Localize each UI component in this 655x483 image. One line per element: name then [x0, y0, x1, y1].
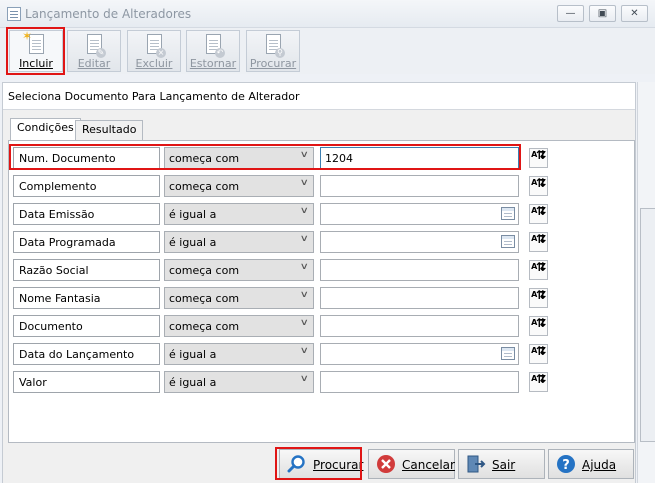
operator-select[interactable]: é igual a ∨: [164, 231, 314, 253]
operator-select[interactable]: começa com ∨: [164, 175, 314, 197]
magnifier-icon: [287, 455, 305, 473]
razao-social-input[interactable]: [320, 259, 519, 281]
condition-label: Complemento: [13, 175, 160, 197]
exit-door-icon: [467, 455, 486, 473]
procurar-toolbar-button[interactable]: ⚲ Procurar: [246, 30, 300, 72]
cancelar-button[interactable]: Cancelar: [368, 449, 455, 479]
chevron-down-icon: ∨: [300, 178, 310, 188]
sort-az-icon[interactable]: A Z ⇅: [529, 176, 548, 196]
condition-label: Razão Social: [13, 259, 160, 281]
new-document-icon: ✶: [22, 29, 47, 56]
data-programada-input[interactable]: [320, 231, 519, 253]
app-icon: [7, 7, 21, 21]
dialog-title-bar: Seleciona Documento Para Lançamento de A…: [3, 83, 635, 110]
tab-condicoes[interactable]: Condições: [10, 118, 81, 141]
incluir-button[interactable]: ✶ Incluir: [9, 29, 63, 72]
restore-button[interactable]: ▣: [589, 5, 616, 22]
chevron-down-icon: ∨: [300, 150, 310, 160]
sort-az-icon[interactable]: A Z ⇅: [529, 204, 548, 224]
minimize-button[interactable]: —: [557, 5, 584, 22]
estornar-button[interactable]: ↶ Estornar: [186, 30, 240, 72]
search-dialog: Seleciona Documento Para Lançamento de A…: [2, 82, 636, 483]
operator-select[interactable]: começa com ∨: [164, 315, 314, 337]
sort-az-icon[interactable]: A Z ⇅: [529, 344, 548, 364]
condition-label: Num. Documento: [13, 147, 160, 169]
operator-select[interactable]: começa com ∨: [164, 287, 314, 309]
operator-select[interactable]: é igual a ∨: [164, 343, 314, 365]
nome-fantasia-input[interactable]: [320, 287, 519, 309]
operator-select[interactable]: começa com ∨: [164, 259, 314, 281]
cancel-icon: [377, 455, 395, 473]
delete-document-icon: ×: [143, 34, 166, 58]
window-title: Lançamento de Alteradores: [25, 7, 192, 21]
sort-az-icon[interactable]: A Z ⇅: [529, 148, 548, 168]
condition-label: Data Emissão: [13, 203, 160, 225]
condition-label: Valor: [13, 371, 160, 393]
sort-az-icon[interactable]: A Z ⇅: [529, 372, 548, 392]
help-icon: ?: [557, 455, 575, 473]
valor-input[interactable]: [320, 371, 519, 393]
window-title-bar: Lançamento de Alteradores — ▣ ✕: [0, 0, 655, 28]
condition-label: Data Programada: [13, 231, 160, 253]
close-button[interactable]: ✕: [621, 5, 648, 22]
procurar-button[interactable]: Procurar: [279, 449, 363, 479]
data-emissao-input[interactable]: [320, 203, 519, 225]
operator-select[interactable]: é igual a ∨: [164, 203, 314, 225]
dialog-title: Seleciona Documento Para Lançamento de A…: [8, 90, 300, 103]
operator-select[interactable]: começa com ∨: [164, 147, 314, 169]
calendar-icon[interactable]: [501, 235, 515, 248]
chevron-down-icon: ∨: [300, 290, 310, 300]
condition-label: Nome Fantasia: [13, 287, 160, 309]
chevron-down-icon: ∨: [300, 262, 310, 272]
svg-text:?: ?: [562, 458, 570, 473]
data-lancamento-input[interactable]: [320, 343, 519, 365]
search-document-icon: ⚲: [262, 34, 285, 58]
edit-document-icon: ✎: [83, 34, 106, 58]
complemento-input[interactable]: [320, 175, 519, 197]
reverse-document-icon: ↶: [202, 34, 225, 58]
sort-az-icon[interactable]: A Z ⇅: [529, 288, 548, 308]
dialog-button-bar: Procurar Cancelar Sair ? Ajuda: [3, 443, 635, 483]
sort-az-icon[interactable]: A Z ⇅: [529, 260, 548, 280]
sair-button[interactable]: Sair: [458, 449, 545, 479]
excluir-button[interactable]: × Excluir: [127, 30, 181, 72]
background-panel: [637, 82, 655, 483]
sort-az-icon[interactable]: A Z ⇅: [529, 316, 548, 336]
num-documento-input[interactable]: 1204: [320, 147, 519, 169]
condition-label: Data do Lançamento: [13, 343, 160, 365]
chevron-down-icon: ∨: [300, 374, 310, 384]
editar-button[interactable]: ✎ Editar: [67, 30, 121, 72]
chevron-down-icon: ∨: [300, 206, 310, 216]
tab-resultado[interactable]: Resultado: [75, 120, 144, 140]
chevron-down-icon: ∨: [300, 346, 310, 356]
condition-label: Documento: [13, 315, 160, 337]
calendar-icon[interactable]: [501, 207, 515, 220]
documento-input[interactable]: [320, 315, 519, 337]
ajuda-button[interactable]: ? Ajuda: [548, 449, 634, 479]
chevron-down-icon: ∨: [300, 234, 310, 244]
sort-az-icon[interactable]: A Z ⇅: [529, 232, 548, 252]
conditions-panel: Num. Documento começa com ∨ 1204 A Z ⇅ Com…: [8, 140, 635, 443]
chevron-down-icon: ∨: [300, 318, 310, 328]
operator-select[interactable]: é igual a ∨: [164, 371, 314, 393]
calendar-icon[interactable]: [501, 347, 515, 360]
toolbar: ✶ Incluir ✎ Editar × Excluir ↶ Estornar …: [0, 28, 655, 74]
